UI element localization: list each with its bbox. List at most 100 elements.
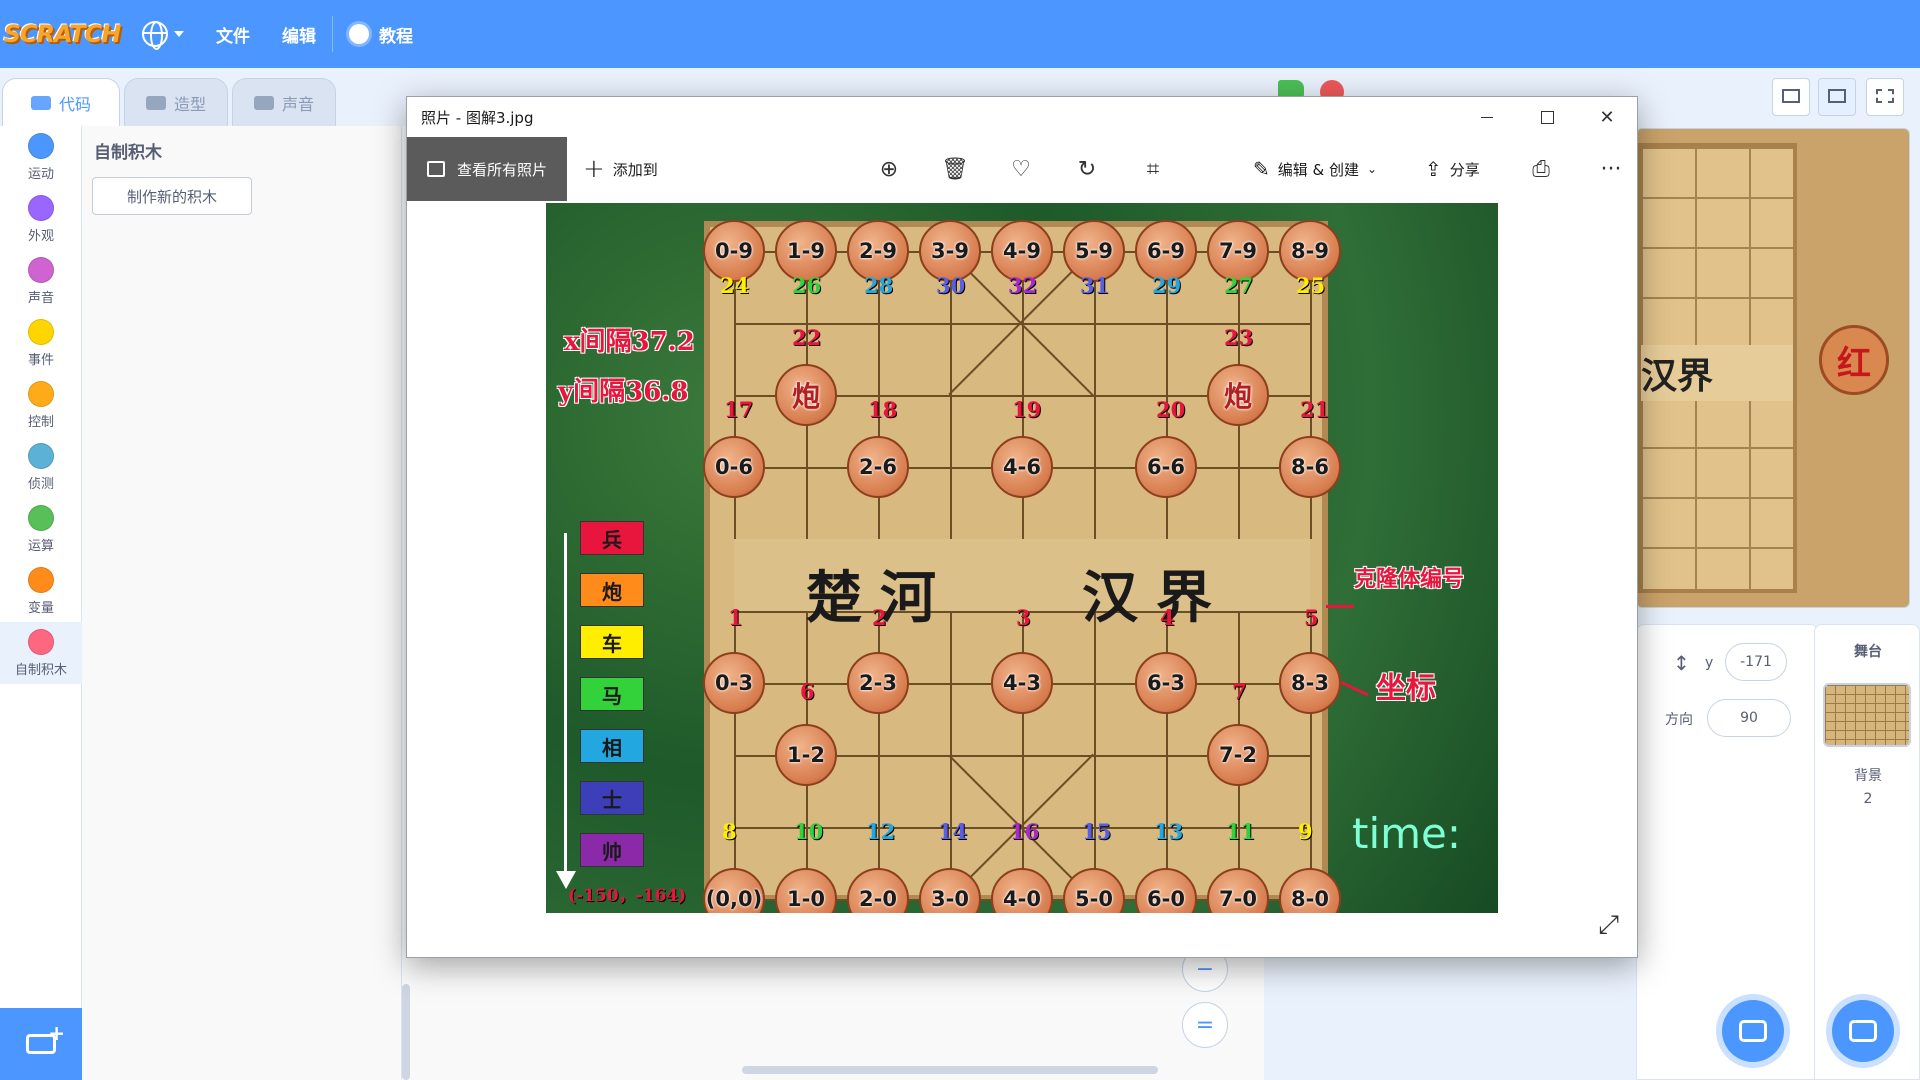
scratch-logo[interactable]: SCRATCH: [4, 16, 122, 52]
view-all-photos-button[interactable]: 查看所有照片: [407, 137, 567, 201]
block-palette: 自制积木 制作新的积木: [82, 126, 402, 1080]
piece-char: 炮: [1223, 380, 1252, 413]
category-color-dot: [28, 380, 54, 407]
large-stage-button[interactable]: [1818, 78, 1856, 116]
clone-number: 24: [720, 273, 750, 298]
more-button[interactable]: ···: [1589, 137, 1633, 201]
category-6[interactable]: 运算: [0, 498, 82, 560]
tab-sounds-label: 声音: [281, 94, 314, 114]
direction-input[interactable]: 90: [1707, 699, 1791, 737]
clone-number: 20: [1156, 397, 1186, 422]
category-5[interactable]: 侦测: [0, 436, 82, 498]
category-7[interactable]: 变量: [0, 560, 82, 622]
tab-code[interactable]: 代码: [2, 78, 120, 126]
piece-coordinate: 5-9: [1075, 239, 1113, 263]
zoom-in-icon: ⊕: [879, 156, 899, 182]
tutorials-label: 教程: [379, 26, 413, 47]
y-arrow-icon: ↕: [1673, 651, 1690, 675]
category-color-dot: [28, 132, 54, 159]
tab-costumes[interactable]: 造型: [124, 78, 228, 126]
clone-number: 6: [800, 679, 815, 704]
printer-icon: ⎙: [1532, 156, 1550, 182]
legend-block: 车: [580, 625, 644, 659]
piece-coordinate: 0-6: [715, 455, 753, 479]
trash-icon: 🗑: [941, 156, 969, 182]
maximize-button[interactable]: [1517, 97, 1577, 137]
clone-number: 23: [1224, 325, 1254, 350]
clone-number: 7: [1232, 679, 1247, 704]
clone-number: 4: [1160, 605, 1175, 630]
clone-number: 10: [794, 819, 824, 844]
clone-number: 31: [1080, 273, 1110, 298]
clone-number: 14: [938, 819, 968, 844]
zoom-in-button[interactable]: ⊕: [867, 137, 911, 201]
expand-icon[interactable]: ⤢: [1598, 910, 1619, 941]
category-0[interactable]: 运动: [0, 126, 82, 188]
minimize-button[interactable]: [1457, 97, 1517, 137]
crop-icon: ⌗: [1146, 156, 1160, 182]
category-label: 外观: [27, 228, 54, 244]
clone-number-label: 克隆体编号: [1354, 566, 1465, 592]
chess-board: 楚河 汉界: [704, 221, 1328, 901]
vertical-scrollbar[interactable]: [402, 984, 410, 1080]
edit-create-button[interactable]: ✎ 编辑 & 创建 ⌄: [1253, 137, 1377, 201]
clone-number: 18: [868, 397, 898, 422]
piece-coordinate: (0,0): [705, 887, 763, 911]
tab-sounds[interactable]: 声音: [232, 78, 336, 126]
category-1[interactable]: 外观: [0, 188, 82, 250]
category-3[interactable]: 事件: [0, 312, 82, 374]
category-color-dot: [28, 442, 54, 469]
tutorials-menu[interactable]: 教程: [333, 0, 429, 68]
piece-coordinate: 6-9: [1147, 239, 1185, 263]
delete-button[interactable]: 🗑: [933, 137, 977, 201]
crop-button[interactable]: ⌗: [1131, 137, 1175, 201]
piece-coordinate: 1-2: [787, 743, 825, 767]
category-color-dot: [28, 628, 54, 655]
y-input[interactable]: -171: [1725, 643, 1787, 681]
legend-arrow-line: [564, 533, 567, 873]
add-to-button[interactable]: + 添加到: [583, 154, 658, 184]
category-2[interactable]: 声音: [0, 250, 82, 312]
share-button[interactable]: ⇪ 分享: [1425, 137, 1480, 201]
close-button[interactable]: ✕: [1577, 97, 1637, 137]
x-gap-label: x间隔37.2: [564, 327, 695, 357]
piece-coordinate: 0-3: [715, 671, 753, 695]
category-color-dot: [28, 318, 54, 345]
category-8[interactable]: 自制积木: [0, 622, 82, 684]
stage-board: 汉界: [1637, 143, 1797, 593]
print-button[interactable]: ⎙: [1519, 137, 1563, 201]
add-sprite-button[interactable]: [1722, 1000, 1784, 1062]
category-label: 控制: [27, 414, 54, 430]
horizontal-scrollbar[interactable]: [742, 1066, 1158, 1074]
fullscreen-button[interactable]: [1866, 78, 1904, 116]
add-backdrop-button[interactable]: [1832, 1000, 1894, 1062]
make-block-button[interactable]: 制作新的积木: [92, 177, 252, 215]
small-stage-button[interactable]: [1772, 78, 1810, 116]
category-label: 自制积木: [14, 662, 67, 678]
brush-icon: [145, 95, 166, 110]
chess-piece: 炮: [1207, 364, 1269, 426]
chess-piece: 8-6: [1279, 436, 1341, 498]
add-extension-button[interactable]: [0, 1008, 82, 1080]
rotate-button[interactable]: ↻: [1065, 137, 1109, 201]
category-4[interactable]: 控制: [0, 374, 82, 436]
backdrops-count: 2: [1863, 791, 1873, 807]
chess-piece: 6-3: [1135, 652, 1197, 714]
image-icon: [1849, 1020, 1877, 1042]
category-color-dot: [28, 504, 54, 531]
tab-code-label: 代码: [58, 94, 91, 114]
backdrop-thumbnail[interactable]: [1823, 683, 1911, 747]
stage-canvas[interactable]: 汉界 红: [1636, 128, 1910, 608]
language-menu[interactable]: [126, 0, 200, 68]
photos-titlebar: 照片 - 图解3.jpg ✕: [407, 97, 1637, 137]
clone-number: 30: [936, 273, 966, 298]
chess-piece: 7-2: [1207, 724, 1269, 786]
favorite-button[interactable]: ♡: [999, 137, 1043, 201]
piece-coordinate: 8-3: [1291, 671, 1329, 695]
piece-coordinate: 3-9: [931, 239, 969, 263]
file-menu[interactable]: 文件: [200, 0, 266, 68]
zoom-reset-button[interactable]: =: [1182, 1002, 1228, 1048]
palette-title: 自制积木: [94, 143, 162, 163]
heart-icon: ♡: [1011, 156, 1031, 182]
edit-menu[interactable]: 编辑: [266, 0, 332, 68]
